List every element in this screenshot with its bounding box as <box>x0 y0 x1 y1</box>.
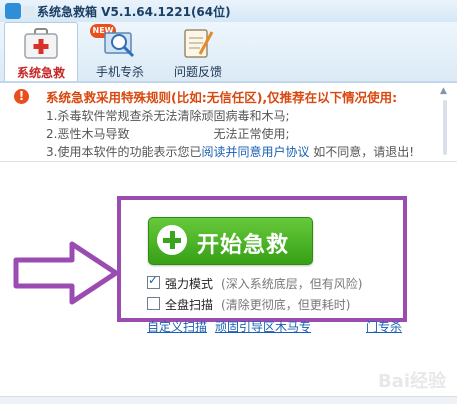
app-icon <box>5 3 21 19</box>
full-scan-hint: (清除更彻底，但更耗时) <box>221 298 351 312</box>
notice-item-1: 1.杀毒软件常规查杀无法清除顽固病毒和木马; <box>46 109 290 123</box>
redacted-title-fragment <box>23 6 35 16</box>
tab-label-system-rescue: 系统急救 <box>16 66 65 80</box>
notice-item-3-prefix: 3.使用本软件的功能表示您已 <box>46 145 202 159</box>
user-agreement-link[interactable]: 阅读并同意用户协议 <box>201 145 309 159</box>
notice-headline: 系统急救采用特殊规则(比如:无信任区),仅推荐在以下情况使用: <box>46 90 398 105</box>
tab-label-feedback: 问题反馈 <box>173 65 222 79</box>
feedback-notepad-icon <box>184 29 214 58</box>
full-scan-label: 全盘扫描 <box>165 298 214 312</box>
start-rescue-button[interactable]: 开始急救 <box>148 217 313 265</box>
bootkit-kill-link-end[interactable]: 门专杀 <box>366 318 402 335</box>
strong-mode-hint: (深入系统底层，但有风险) <box>221 277 363 291</box>
notice-item-2: 2.恶性木马导致 无法正常使用; <box>46 125 290 142</box>
notice-panel: ! 系统急救采用特殊规则(比如:无信任区),仅推荐在以下情况使用: 1.杀毒软件… <box>0 83 457 162</box>
phone-scan-icon <box>104 32 135 58</box>
redacted-text <box>129 130 213 140</box>
tab-system-rescue[interactable]: 系统急救 <box>4 22 78 81</box>
notice-item-3-suffix: 如不同意，请退出! <box>309 145 415 159</box>
purple-arrow-annotation <box>13 241 119 305</box>
bootkit-kill-link[interactable]: 顽固引导区木马专 <box>215 318 311 335</box>
watermark: Bai经验 <box>340 359 448 395</box>
title-bar: 系统急救箱 V5.1.64.1221(64位) <box>0 0 457 23</box>
tab-feedback[interactable]: 问题反馈 <box>162 22 234 80</box>
strong-mode-option[interactable]: 强力模式 (深入系统底层，但有风险) <box>147 273 363 292</box>
full-scan-checkbox[interactable] <box>147 297 160 310</box>
notice-item-2-suffix: 无法正常使用; <box>213 127 290 141</box>
scroll-up-icon[interactable]: ▲ <box>440 86 450 96</box>
first-aid-kit-icon <box>24 28 58 59</box>
tab-toolbar: 系统急救 NEW 手机专杀 问题反馈 <box>0 22 457 83</box>
custom-scan-link[interactable]: 自定义扫描 <box>147 318 207 335</box>
scrollbar-thumb[interactable] <box>443 100 447 155</box>
full-scan-option[interactable]: 全盘扫描 (清除更彻底，但更耗时) <box>147 296 350 313</box>
start-rescue-label: 开始急救 <box>197 233 290 258</box>
strong-mode-checkbox[interactable] <box>147 273 160 289</box>
plus-icon <box>157 225 187 255</box>
notice-item-3: 3.使用本软件的功能表示您已阅读并同意用户协议 如不同意，请退出! <box>46 143 414 160</box>
tab-phone-kill[interactable]: NEW 手机专杀 <box>84 22 156 80</box>
warning-icon: ! <box>14 89 29 104</box>
window-title: 系统急救箱 V5.1.64.1221(64位) <box>37 5 231 19</box>
strong-mode-label: 强力模式 <box>165 277 214 291</box>
tab-label-phone-kill: 手机专杀 <box>95 65 144 79</box>
notice-item-2-prefix: 2.恶性木马导致 <box>46 127 130 141</box>
watermark-text: Bai经验 <box>377 371 446 392</box>
